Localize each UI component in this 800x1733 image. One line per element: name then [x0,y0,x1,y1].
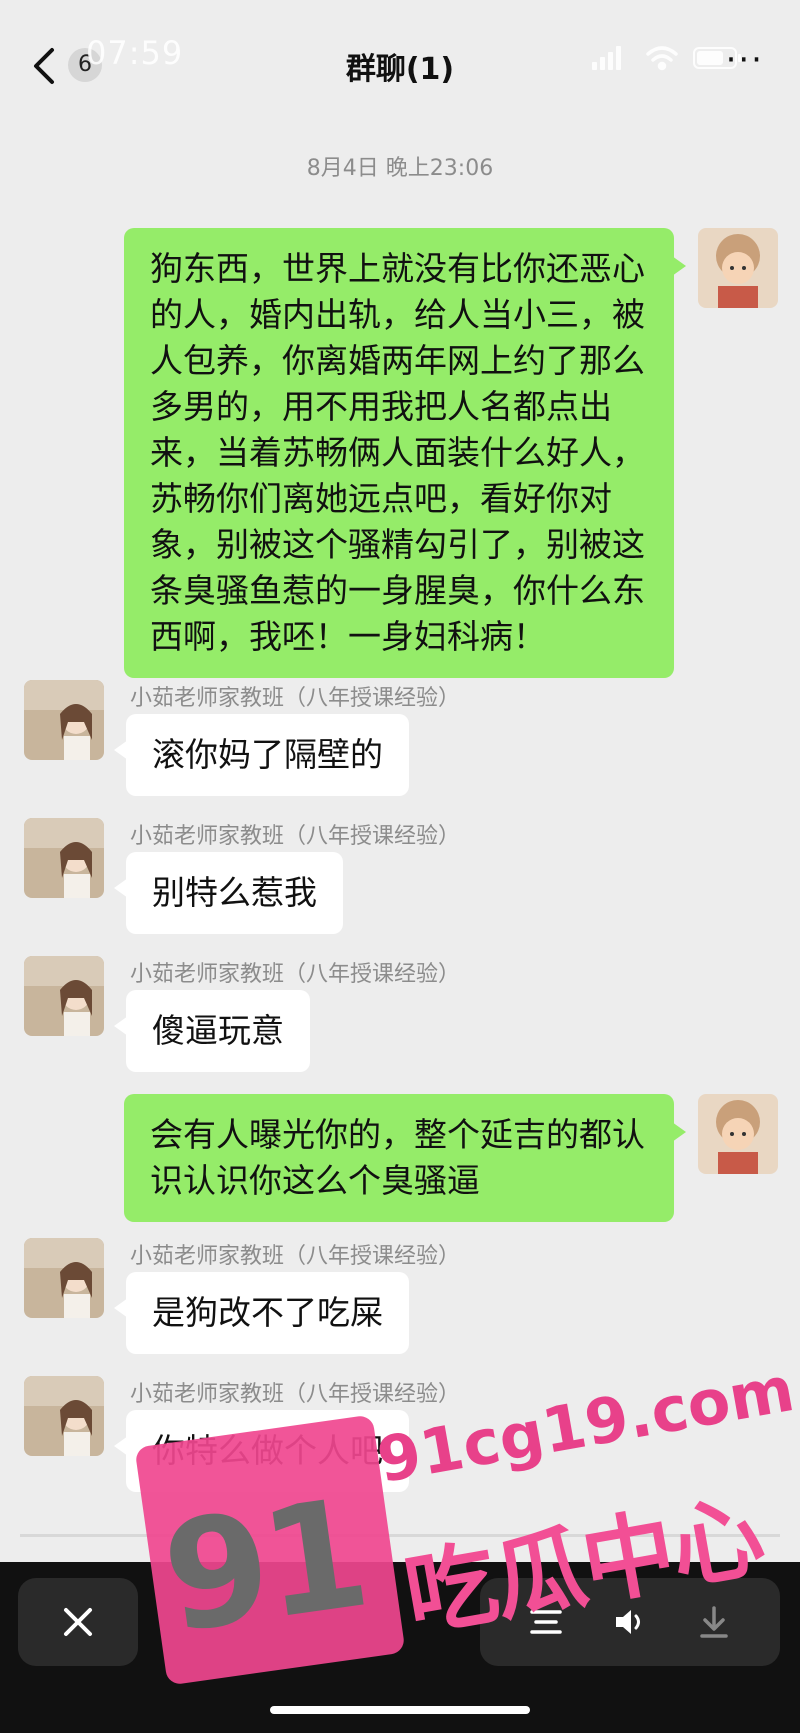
sender-name: 小茹老师家教班（八年授课经验） [130,1382,461,1407]
self-avatar[interactable] [698,1094,778,1174]
message-bubble-contact[interactable]: 傻逼玩意 [114,990,310,1072]
close-icon [64,1608,92,1636]
message-bubble-contact[interactable]: 别特么惹我 [114,852,343,934]
contact-avatar[interactable] [24,1238,104,1318]
message-bubble-self[interactable]: 会有人曝光你的，整个延吉的都认识认识你这么个臭骚逼 [124,1094,686,1222]
contact-avatar[interactable] [24,680,104,760]
signal-icon [592,46,621,70]
contact-avatar[interactable] [24,956,104,1036]
sender-name: 小茹老师家教班（八年授课经验） [130,824,461,849]
chat-timestamp: 8月4日 晚上23:06 [306,156,494,181]
watermark-number: 91 [153,1467,373,1667]
sender-name: 小茹老师家教班（八年授课经验） [130,1244,461,1269]
more-options-icon[interactable]: ··· [726,43,764,77]
download-icon[interactable] [694,1602,734,1642]
home-indicator[interactable] [270,1706,530,1714]
sender-name: 小茹老师家教班（八年授课经验） [130,962,461,987]
wifi-icon [646,46,678,71]
close-button[interactable] [18,1578,138,1666]
self-avatar[interactable] [698,228,778,308]
chat-header: 6 07:59 群聊(1) ··· [0,0,800,120]
contact-avatar[interactable] [24,1376,104,1456]
contact-avatar[interactable] [24,818,104,898]
message-bubble-contact[interactable]: 是狗改不了吃屎 [114,1272,409,1354]
message-bubble-self[interactable]: 狗东西，世界上就没有比你还恶心的人，婚内出轨，给人当小三，被人包养，你离婚两年网… [124,228,686,678]
sender-name: 小茹老师家教班（八年授课经验） [130,686,461,711]
message-bubble-contact[interactable]: 滚你妈了隔壁的 [114,714,409,796]
